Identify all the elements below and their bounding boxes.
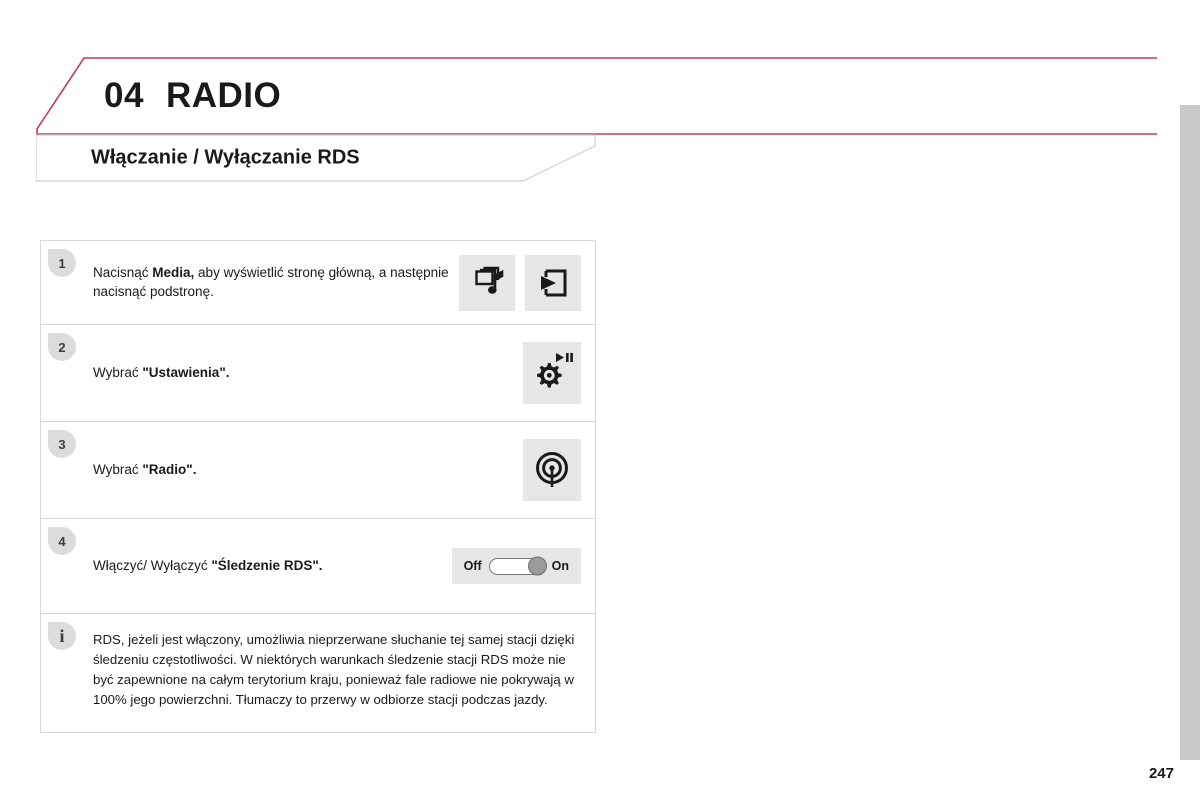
radio-broadcast-icon [536,452,568,487]
step-2-text-before: Wybrać [93,364,143,380]
step-row-2: 2 Wybrać "Ustawienia". [41,325,595,422]
step-3-text-bold: "Radio". [142,461,197,477]
step-3-visual [523,439,581,501]
step-text-3: Wybrać "Radio". [41,461,523,479]
step-text-1: Nacisnąć Media, aby wyświetlić stronę gł… [41,264,459,300]
section-title: Włączanie / Wyłączanie RDS [91,146,360,169]
step-badge-1: 1 [48,249,76,277]
step-text-2: Wybrać "Ustawienia". [41,364,523,382]
chapter-number: 04 [104,76,144,115]
thumb-index-tab [1180,105,1200,760]
settings-gear-media-icon-box[interactable] [523,342,581,404]
toggle-on-label: On [551,559,569,573]
step-2-text-bold: "Ustawienia". [142,364,230,380]
toggle-off-label: Off [463,559,482,573]
step-badge-3: 3 [48,430,76,458]
media-music-icon-box[interactable] [459,254,515,311]
toggle-switch[interactable] [488,556,547,576]
step-2-visual [523,342,581,404]
step-4-text-bold: "Śledzenie RDS". [211,557,323,573]
info-text: RDS, jeżeli jest włączony, umożliwia nie… [93,632,575,708]
step-1-visual [459,254,581,311]
steps-panel: 1 Nacisnąć Media, aby wyświetlić stronę … [40,240,596,734]
step-4-text-before: Włączyć/ Wyłączyć [93,557,212,573]
step-row-3: 3 Wybrać "Radio". [41,422,595,519]
step-1-text-bold: Media, [152,265,195,281]
step-3-text-before: Wybrać [93,461,143,477]
subpage-enter-icon-box[interactable] [525,254,581,311]
chapter-title-text: RADIO [165,76,282,115]
step-badge-4: 4 [48,527,76,555]
toggle-knob[interactable] [527,556,547,576]
rds-toggle-box[interactable]: Off On [451,548,581,584]
step-4-visual: Off On [451,548,581,584]
step-row-1: 1 Nacisnąć Media, aby wyświetlić stronę … [41,241,595,325]
radio-broadcast-icon-box[interactable] [523,439,581,501]
step-text-4: Włączyć/ Wyłączyć "Śledzenie RDS". [41,557,452,575]
media-music-icon [475,266,504,294]
page-title: 04 RADIO [104,76,281,116]
step-1-text-before: Nacisnąć [93,265,153,281]
section-header: Włączanie / Wyłączanie RDS [36,134,596,182]
subpage-enter-icon [541,269,567,296]
step-badge-2: 2 [48,333,76,361]
info-icon: i [48,622,76,650]
settings-gear-media-icon [537,353,573,388]
page-number: 247 [1148,765,1174,782]
chapter-header: 04 RADIO [36,57,1158,135]
info-row: i RDS, jeżeli jest włączony, umożliwia n… [41,614,595,732]
step-row-4: 4 Włączyć/ Wyłączyć "Śledzenie RDS". Off… [41,519,595,614]
